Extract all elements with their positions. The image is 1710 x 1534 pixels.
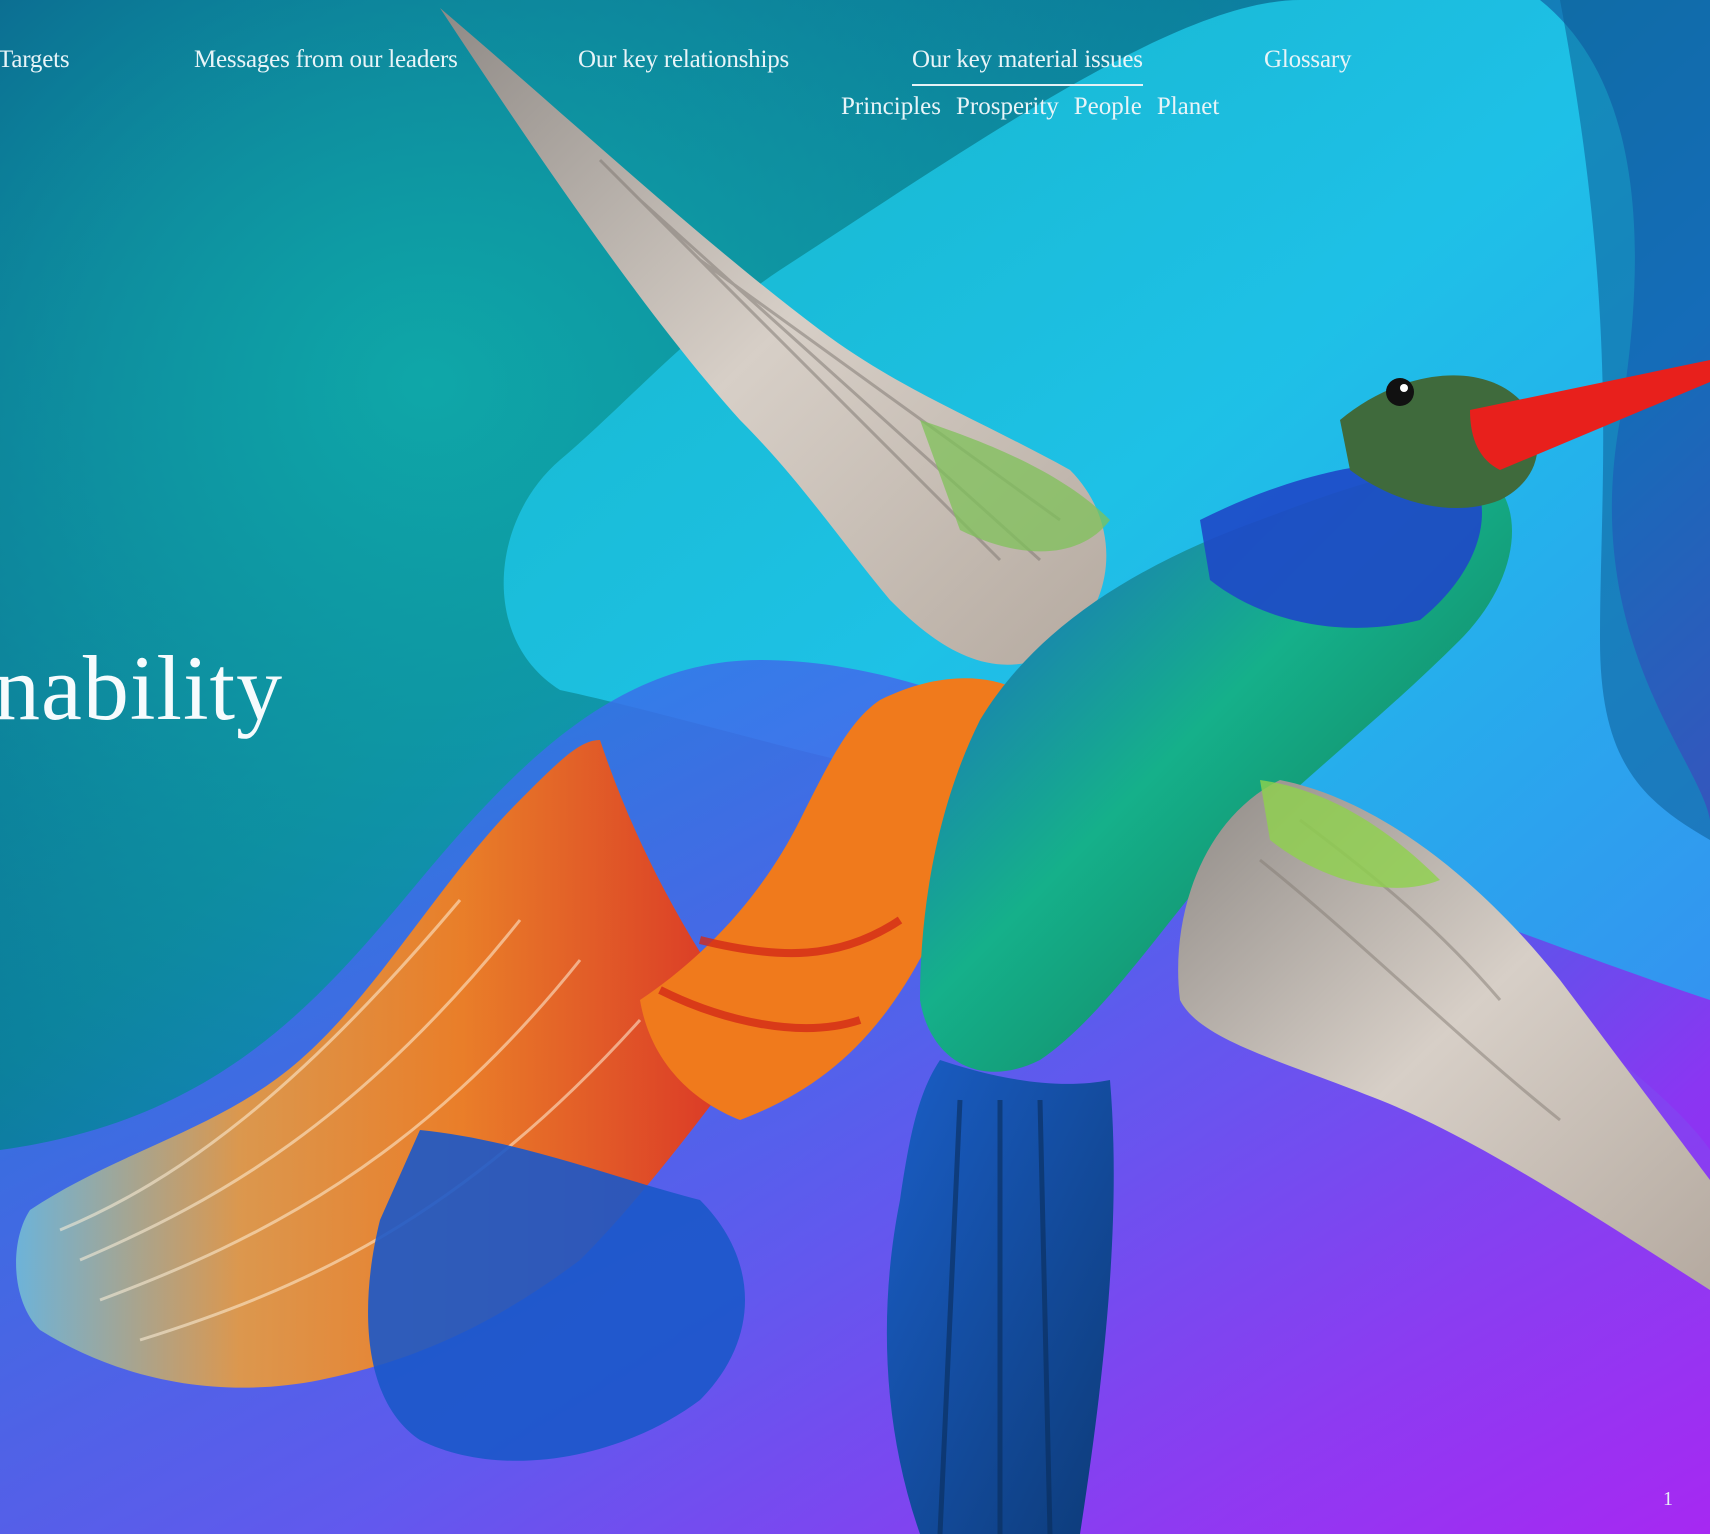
hero-illustration [0,0,1710,1534]
hero-headline: nability [0,637,284,739]
nav-item-our-key-material-issues[interactable]: Our key material issues [912,46,1143,86]
page-number: 1 [1663,1488,1673,1510]
nav-item-targets[interactable]: Targets [0,46,70,74]
nav-item-our-key-relationships[interactable]: Our key relationships [578,46,789,74]
nav-item-glossary[interactable]: Glossary [1264,46,1351,74]
subnav-item-principles[interactable]: Principles [841,93,941,121]
report-page: Targets Messages from our leaders Our ke… [0,0,1710,1534]
subnav: Principles Prosperity People Planet [841,93,1219,121]
top-navigation: Targets Messages from our leaders Our ke… [0,0,1710,140]
subnav-item-prosperity[interactable]: Prosperity [956,93,1059,121]
nav-item-messages-from-our-leaders[interactable]: Messages from our leaders [194,46,458,74]
subnav-item-planet[interactable]: Planet [1157,93,1220,121]
subnav-item-people[interactable]: People [1074,93,1142,121]
